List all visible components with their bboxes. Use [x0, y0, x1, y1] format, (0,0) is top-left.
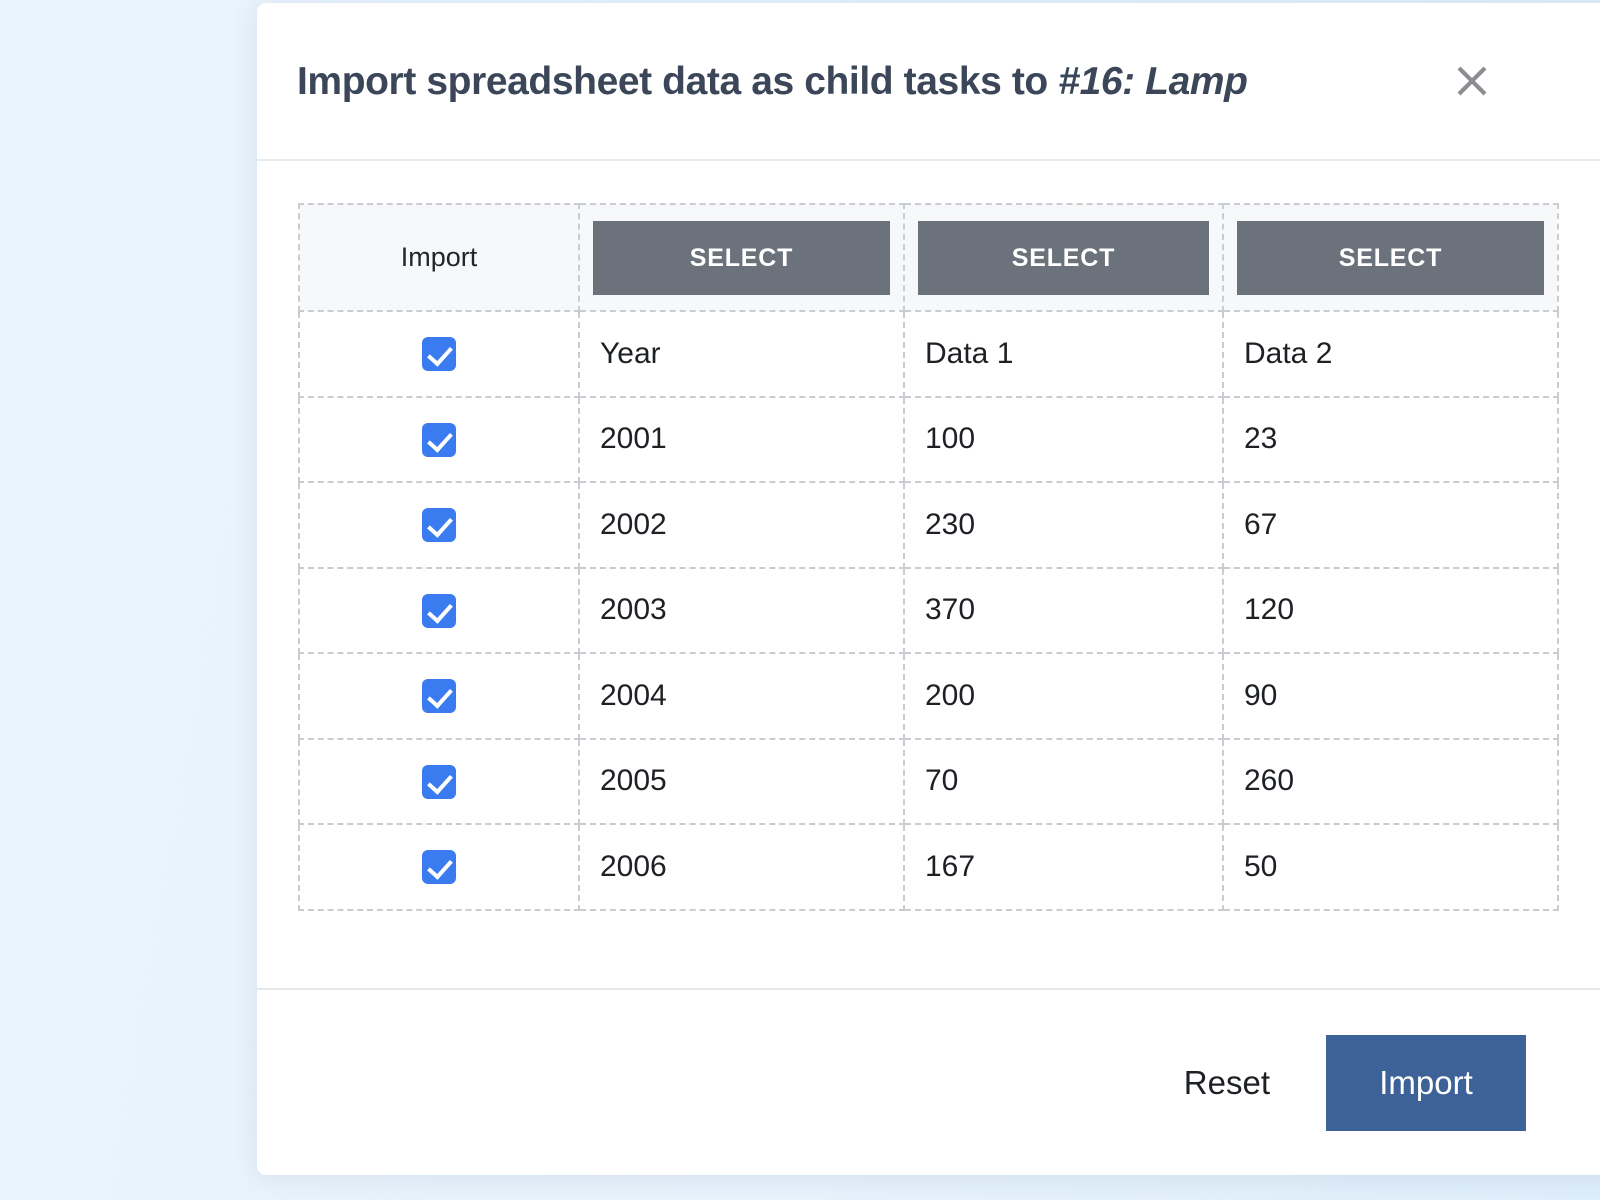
column-header-1: SELECT	[579, 204, 904, 311]
row-import-checkbox-cell[interactable]	[299, 824, 579, 910]
cell-column-1: 2003	[579, 568, 904, 654]
column-header-3: SELECT	[1223, 204, 1558, 311]
import-column-label: Import	[313, 244, 565, 271]
cell-column-3: 120	[1223, 568, 1558, 654]
cell-column-1: 2002	[579, 482, 904, 568]
cell-column-3: 50	[1223, 824, 1558, 910]
row-import-checkbox-cell[interactable]	[299, 397, 579, 483]
close-button[interactable]	[1449, 58, 1495, 104]
cell-column-3: Data 2	[1223, 311, 1558, 397]
modal-title-task-reference: #16: Lamp	[1058, 60, 1247, 103]
cell-column-3: 67	[1223, 482, 1558, 568]
modal-header: Import spreadsheet data as child tasks t…	[257, 3, 1600, 161]
import-data-table: Import SELECT SELECT SELECT	[298, 203, 1559, 911]
modal-body: Import SELECT SELECT SELECT	[257, 161, 1600, 988]
table-row: 2005 70 260	[299, 739, 1558, 825]
cell-column-1: 2004	[579, 653, 904, 739]
cell-column-1: 2001	[579, 397, 904, 483]
column-header-2: SELECT	[904, 204, 1223, 311]
select-button-column-1[interactable]: SELECT	[593, 221, 890, 295]
close-icon	[1455, 64, 1489, 98]
cell-column-2: 167	[904, 824, 1223, 910]
row-import-checkbox-cell[interactable]	[299, 739, 579, 825]
row-import-checkbox-cell[interactable]	[299, 311, 579, 397]
table-row: 2006 167 50	[299, 824, 1558, 910]
checkbox-icon[interactable]	[422, 679, 456, 713]
cell-column-3: 260	[1223, 739, 1558, 825]
cell-column-3: 23	[1223, 397, 1558, 483]
checkbox-icon[interactable]	[422, 423, 456, 457]
cell-column-2: 370	[904, 568, 1223, 654]
select-button-column-2[interactable]: SELECT	[918, 221, 1209, 295]
import-spreadsheet-modal: Import spreadsheet data as child tasks t…	[257, 3, 1600, 1175]
modal-title-text: Import spreadsheet data as child tasks t…	[297, 60, 1058, 103]
table-row: 2002 230 67	[299, 482, 1558, 568]
cell-column-1: 2006	[579, 824, 904, 910]
table-header-row: Import SELECT SELECT SELECT	[299, 204, 1558, 311]
table-header: Import SELECT SELECT SELECT	[299, 204, 1558, 311]
checkbox-icon[interactable]	[422, 508, 456, 542]
checkbox-icon[interactable]	[422, 337, 456, 371]
import-column-header: Import	[299, 204, 579, 311]
table-row: 2001 100 23	[299, 397, 1558, 483]
row-import-checkbox-cell[interactable]	[299, 653, 579, 739]
checkbox-icon[interactable]	[422, 594, 456, 628]
cell-column-2: 70	[904, 739, 1223, 825]
reset-button[interactable]: Reset	[1184, 1066, 1270, 1099]
table-body: Year Data 1 Data 2 2001 100 23 2	[299, 311, 1558, 910]
import-button[interactable]: Import	[1326, 1035, 1526, 1131]
cell-column-2: 230	[904, 482, 1223, 568]
cell-column-1: 2005	[579, 739, 904, 825]
cell-column-1: Year	[579, 311, 904, 397]
page-title: Import spreadsheet data as child tasks t…	[297, 62, 1248, 101]
table-row: Year Data 1 Data 2	[299, 311, 1558, 397]
cell-column-2: Data 1	[904, 311, 1223, 397]
select-button-column-3[interactable]: SELECT	[1237, 221, 1544, 295]
cell-column-3: 90	[1223, 653, 1558, 739]
row-import-checkbox-cell[interactable]	[299, 482, 579, 568]
cell-column-2: 100	[904, 397, 1223, 483]
table-row: 2003 370 120	[299, 568, 1558, 654]
checkbox-icon[interactable]	[422, 850, 456, 884]
checkbox-icon[interactable]	[422, 765, 456, 799]
modal-footer: Reset Import	[257, 988, 1600, 1175]
row-import-checkbox-cell[interactable]	[299, 568, 579, 654]
table-row: 2004 200 90	[299, 653, 1558, 739]
cell-column-2: 200	[904, 653, 1223, 739]
